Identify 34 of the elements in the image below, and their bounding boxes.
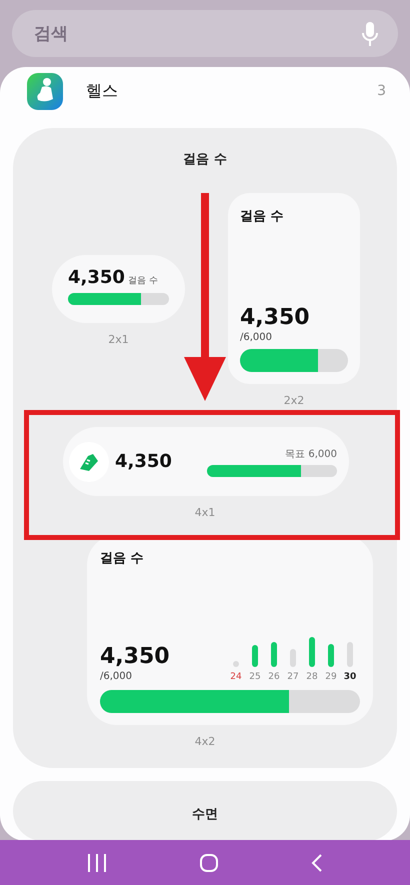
group-title: 수면 <box>191 806 219 823</box>
back-icon[interactable] <box>310 852 324 872</box>
group-title: 걸음 수 <box>182 151 228 168</box>
recent-apps-icon[interactable] <box>86 852 108 872</box>
widget-title: 걸음 수 <box>100 550 145 567</box>
widget-preview[interactable]: 4,350 목표 6,000 <box>63 427 349 496</box>
goal-label: /6,000 <box>240 332 273 343</box>
size-label: 2x2 <box>284 394 304 407</box>
step-count: 4,350 <box>68 267 125 288</box>
widget-count: 3 <box>377 83 386 99</box>
day-label: 28 <box>306 672 318 682</box>
widget-preview[interactable]: 4,350 걸음 수 <box>52 255 185 323</box>
unit-label: 걸음 수 <box>128 275 158 287</box>
shoe-icon <box>69 442 109 482</box>
step-count: 4,350 <box>240 305 311 330</box>
widget-title: 걸음 수 <box>240 208 285 225</box>
size-label: 2x1 <box>108 333 129 346</box>
size-label: 4x1 <box>194 506 216 519</box>
day-label: 25 <box>249 672 261 682</box>
goal-label: /6,000 <box>100 671 133 682</box>
step-count: 4,350 <box>115 451 173 472</box>
day-label: 26 <box>268 672 280 682</box>
widget-preview[interactable]: 걸음 수 4,350 /6,000 <box>228 193 360 384</box>
day-label: 29 <box>325 672 337 682</box>
size-label: 4x2 <box>194 735 216 748</box>
home-icon[interactable] <box>198 852 219 872</box>
day-label: 27 <box>287 672 299 682</box>
day-label: 24 <box>230 672 242 682</box>
app-name: 헬스 <box>86 80 119 102</box>
step-count: 4,350 <box>100 644 170 669</box>
search-field[interactable]: 검색 <box>12 10 398 57</box>
goal-label: 목표 6,000 <box>285 448 337 460</box>
day-label: 30 <box>344 672 356 682</box>
app-icon <box>27 72 63 110</box>
